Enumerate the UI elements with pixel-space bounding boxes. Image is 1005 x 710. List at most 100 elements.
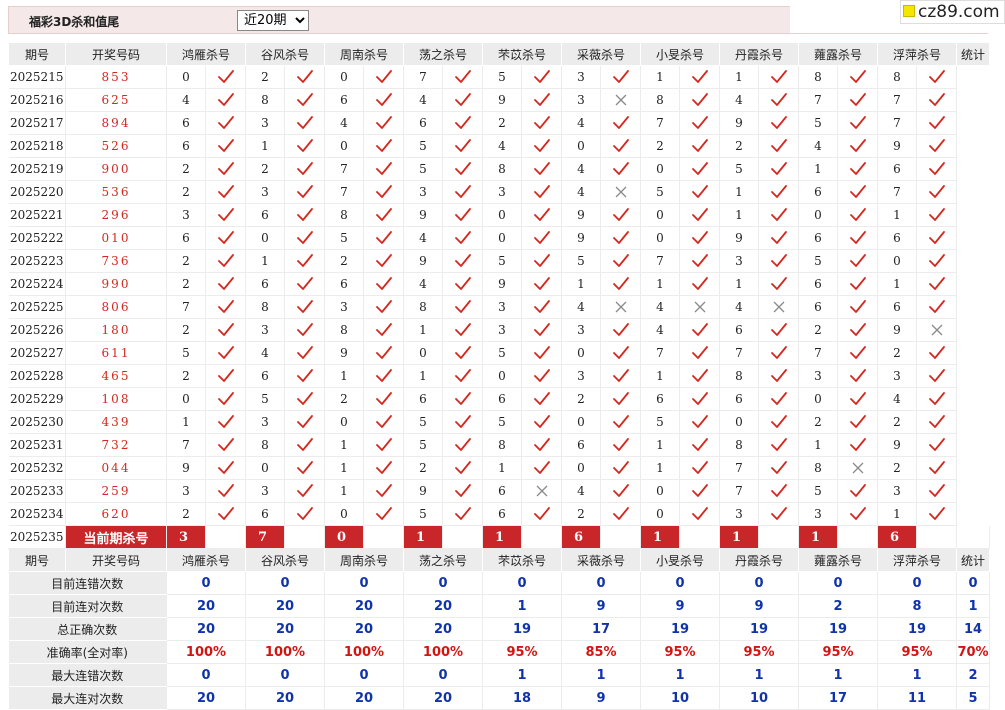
kill-number-cell: 4	[403, 226, 443, 250]
kill-number-cell: 1	[640, 272, 680, 296]
draw-code-cell: 620	[65, 502, 167, 526]
period-cell: 2025222	[8, 226, 66, 250]
kill-number-cell: 0	[640, 203, 680, 227]
result-mark-cell	[679, 456, 720, 480]
check-icon	[217, 139, 234, 152]
check-icon	[928, 254, 945, 267]
result-mark-cell	[679, 295, 720, 319]
kill-number-cell: 1	[798, 433, 838, 457]
draw-code-cell: 536	[65, 180, 167, 204]
kill-number-cell: 1	[640, 364, 680, 388]
kill-number-cell: 7	[640, 341, 680, 365]
summary-value: 20	[403, 617, 483, 641]
kill-number-cell: 9	[403, 203, 443, 227]
check-icon	[612, 369, 629, 382]
table-row: 2025223 736 2 1 2 9 5 5 7 3 5 0	[8, 249, 990, 273]
result-mark-cell	[916, 249, 957, 273]
kill-number-cell: 3	[166, 203, 206, 227]
result-mark-cell	[284, 111, 325, 135]
col-expert-header: 芣苡杀号	[482, 42, 562, 66]
result-mark-cell	[521, 387, 562, 411]
current-kill-spacer	[442, 525, 483, 549]
result-mark-cell	[679, 479, 720, 503]
kill-number-cell: 2	[561, 387, 601, 411]
kill-number-cell: 6	[403, 387, 443, 411]
check-icon	[296, 185, 313, 198]
kill-number-cell: 7	[640, 249, 680, 273]
result-mark-cell	[442, 65, 483, 89]
check-icon	[533, 300, 550, 313]
period-cell: 2025218	[8, 134, 66, 158]
result-mark-cell	[679, 65, 720, 89]
period-cell: 2025226	[8, 318, 66, 342]
check-icon	[296, 162, 313, 175]
check-icon	[849, 231, 866, 244]
result-mark-cell	[284, 180, 325, 204]
check-icon	[691, 415, 708, 428]
kill-number-cell: 6	[324, 272, 364, 296]
kill-number-cell: 3	[561, 364, 601, 388]
kill-number-cell: 3	[245, 111, 285, 135]
kill-number-cell: 6	[482, 479, 522, 503]
draw-code-cell: 108	[65, 387, 167, 411]
summary-value: 0	[166, 663, 246, 687]
check-icon	[375, 415, 392, 428]
check-icon	[770, 461, 787, 474]
check-icon	[454, 300, 471, 313]
result-mark-cell	[363, 65, 404, 89]
check-icon	[928, 277, 945, 290]
result-mark-cell	[916, 203, 957, 227]
cross-icon	[931, 324, 942, 336]
summary-value: 95%	[877, 640, 957, 664]
kill-number-cell: 2	[166, 364, 206, 388]
result-mark-cell	[205, 134, 246, 158]
period-range-select[interactable]: 近20期	[237, 10, 309, 31]
result-mark-cell	[600, 65, 641, 89]
check-icon	[849, 254, 866, 267]
site-logo[interactable]: cz89.com	[900, 0, 1005, 24]
col-expert-header: 鸿雁杀号	[166, 42, 246, 66]
check-icon	[849, 277, 866, 290]
check-icon	[928, 185, 945, 198]
summary-value: 20	[245, 686, 325, 710]
summary-value: 20	[324, 617, 404, 641]
check-icon	[454, 346, 471, 359]
check-icon	[849, 208, 866, 221]
kill-number-cell: 2	[877, 341, 917, 365]
result-mark-cell	[284, 295, 325, 319]
result-mark-cell	[521, 180, 562, 204]
kill-number-cell: 6	[245, 272, 285, 296]
draw-code-cell: 296	[65, 203, 167, 227]
check-icon	[375, 70, 392, 83]
result-mark-cell	[442, 249, 483, 273]
summary-value: 1	[482, 594, 562, 618]
period-cell: 2025215	[8, 65, 66, 89]
draw-code-cell: 611	[65, 341, 167, 365]
kill-number-cell: 8	[640, 88, 680, 112]
check-icon	[691, 507, 708, 520]
summary-value: 20	[245, 617, 325, 641]
draw-code-cell: 180	[65, 318, 167, 342]
check-icon	[454, 392, 471, 405]
check-icon	[928, 208, 945, 221]
kill-number-cell: 6	[166, 134, 206, 158]
result-mark-cell	[521, 502, 562, 526]
kill-number-cell: 4	[324, 111, 364, 135]
kill-number-cell: 7	[640, 111, 680, 135]
kill-number-cell: 2	[798, 318, 838, 342]
result-mark-cell	[758, 249, 799, 273]
kill-number-cell: 0	[166, 387, 206, 411]
summary-value: 17	[798, 686, 878, 710]
kill-number-cell: 4	[561, 157, 601, 181]
check-icon	[612, 346, 629, 359]
kill-number-cell: 4	[640, 295, 680, 319]
kill-number-cell: 5	[166, 341, 206, 365]
check-icon	[454, 507, 471, 520]
check-icon	[691, 254, 708, 267]
result-mark-cell	[205, 479, 246, 503]
result-mark-cell	[758, 410, 799, 434]
check-icon	[691, 116, 708, 129]
result-mark-cell	[363, 295, 404, 319]
kill-number-cell: 4	[877, 387, 917, 411]
period-cell: 2025234	[8, 502, 66, 526]
